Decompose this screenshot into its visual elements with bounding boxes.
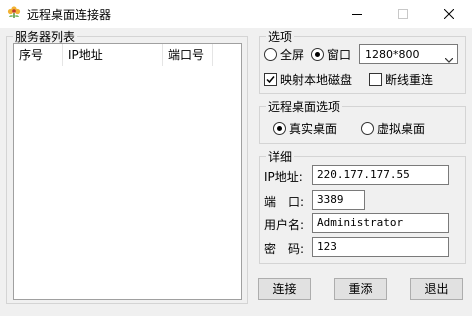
window-title: 远程桌面连接器 (27, 8, 112, 22)
window-label: 窗口 (327, 48, 352, 62)
maximize-icon[interactable] (380, 0, 426, 28)
column-header-ip[interactable]: IP地址 (63, 44, 163, 66)
fullscreen-label: 全屏 (280, 48, 305, 62)
server-list-header: 序号 IP地址 端口号 (14, 44, 241, 66)
reconnect-checkbox[interactable] (369, 73, 382, 86)
title-bar: 远程桌面连接器 (0, 0, 472, 28)
options-title: 选项 (268, 30, 293, 44)
map-disk-label: 映射本地磁盘 (280, 73, 353, 87)
username-input[interactable]: Administrator (312, 213, 449, 233)
real-desktop-label: 真实桌面 (289, 122, 338, 136)
add-button[interactable]: 重添 (334, 278, 387, 300)
exit-button[interactable]: 退出 (410, 278, 463, 300)
virtual-desktop-label: 虚拟桌面 (377, 122, 426, 136)
flower-icon (6, 5, 22, 21)
fullscreen-radio[interactable] (264, 48, 277, 61)
server-list[interactable]: 序号 IP地址 端口号 (13, 43, 242, 300)
desktop-options-title: 远程桌面选项 (268, 100, 341, 114)
username-label: 用户名: (264, 218, 305, 232)
port-input[interactable]: 3389 (312, 190, 365, 210)
real-desktop-radio[interactable] (273, 122, 286, 135)
ip-label: IP地址: (264, 170, 303, 184)
connect-button[interactable]: 连接 (258, 278, 311, 300)
ip-input[interactable]: 220.177.177.55 (312, 165, 449, 185)
password-label: 密 码: (264, 242, 305, 256)
chevron-down-icon (444, 52, 454, 66)
resolution-value: 1280*800 (365, 48, 420, 61)
resolution-select[interactable]: 1280*800 (359, 44, 458, 64)
reconnect-label: 断线重连 (385, 73, 434, 87)
password-input[interactable]: 123 (312, 237, 449, 257)
checkmark-icon (266, 76, 275, 84)
minimize-icon[interactable] (334, 0, 380, 28)
details-title: 详细 (268, 150, 293, 164)
window-radio[interactable] (311, 48, 324, 61)
column-header-port[interactable]: 端口号 (163, 44, 213, 66)
column-header-index[interactable]: 序号 (14, 44, 63, 66)
map-disk-checkbox[interactable] (264, 73, 277, 86)
close-icon[interactable] (426, 0, 472, 28)
virtual-desktop-radio[interactable] (361, 122, 374, 135)
port-label: 端 口: (264, 195, 305, 209)
